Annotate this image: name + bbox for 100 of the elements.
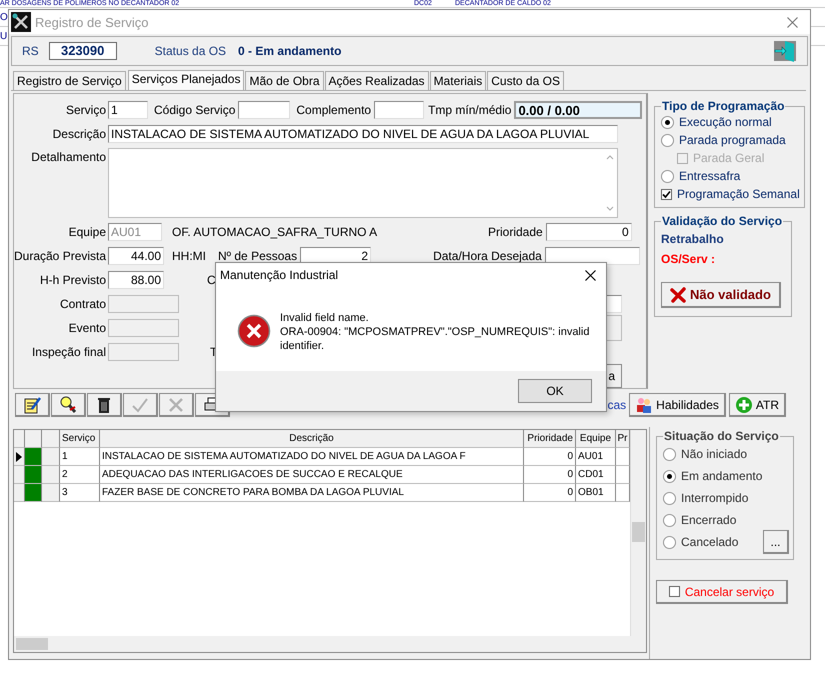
field-label: Tmp mín/médio — [428, 103, 512, 117]
rework-label: Retrabalho — [661, 232, 725, 246]
table-cell: INSTALACAO DE SISTEMA AUTOMATIZADO DO NIVEL DE AGUA DA LAGOA F — [100, 448, 524, 466]
tab[interactable]: Serviços Planejados — [128, 70, 244, 90]
cancel-service-button[interactable]: Cancelar serviço — [656, 580, 788, 604]
group-title: Tipo de Programação — [661, 99, 786, 113]
link[interactable]: cas — [607, 398, 626, 412]
tools-icon — [11, 12, 31, 32]
background-table-cell: O — [0, 12, 8, 22]
tab[interactable]: Registro de Serviço — [13, 71, 126, 90]
exit-door-icon[interactable] — [773, 39, 797, 63]
field-label: Descrição — [52, 127, 107, 141]
atr-button[interactable]: ATR — [728, 393, 786, 417]
checkbox[interactable] — [661, 188, 672, 200]
close-icon[interactable] — [585, 270, 596, 280]
radio-button[interactable] — [661, 134, 674, 146]
column-header[interactable]: Pr — [616, 430, 630, 448]
status-label: Status da OS — [154, 44, 226, 58]
input-field[interactable]: 0 — [546, 223, 632, 241]
table-cell: CD01 — [576, 466, 616, 484]
radio-button[interactable] — [663, 514, 676, 526]
input-field[interactable] — [108, 319, 179, 337]
option-label: Parada Geral — [693, 151, 764, 165]
table-cell: 0 — [524, 466, 576, 484]
error-message: Invalid field name. — [280, 311, 370, 325]
table-cell: FAZER BASE DE CONCRETO PARA BOMBA DA LAGOA PLUVIAL — [100, 484, 524, 502]
tab[interactable]: Materiais — [430, 71, 486, 90]
field-label: Inspeção final — [30, 345, 107, 359]
delete-tool-button[interactable] — [87, 393, 122, 417]
team-name: OF. AUTOMACAO_SAFRA_TURNO A — [172, 225, 378, 239]
plus-icon — [734, 396, 753, 414]
option-label: Execução normal — [679, 115, 772, 129]
field-label: Evento — [68, 321, 107, 335]
input-field[interactable] — [238, 101, 290, 119]
readonly-field: 0.00 / 0.00 — [514, 101, 642, 119]
field-label: Equipe — [68, 225, 107, 239]
radio-button[interactable] — [663, 536, 676, 548]
input-field[interactable]: 88.00 — [108, 271, 164, 289]
option-label: Não iniciado — [681, 447, 748, 461]
table-cell: 3 — [60, 484, 100, 502]
radio-button[interactable] — [661, 170, 674, 182]
not-validated-button[interactable]: Não validado — [661, 282, 781, 308]
column-header[interactable]: Equipe — [576, 430, 616, 448]
column-header[interactable]: Descrição — [100, 430, 524, 448]
dialog-title: Manutenção Industrial — [220, 268, 340, 282]
option-label: Parada programada — [679, 133, 786, 147]
column-header[interactable]: Prioridade — [524, 430, 576, 448]
tab[interactable]: Mão de Obra — [245, 71, 324, 90]
group-title: Validação do Serviço — [661, 214, 784, 228]
checkbox[interactable] — [668, 586, 680, 597]
ok-button[interactable]: OK — [518, 379, 592, 403]
radio-button[interactable] — [663, 448, 676, 460]
radio-button[interactable] — [661, 116, 674, 128]
find-tool-button[interactable] — [51, 393, 86, 417]
input-field[interactable] — [108, 295, 179, 313]
tab[interactable]: Ações Realizadas — [324, 71, 429, 90]
field-label: H-h Previsto — [38, 273, 107, 287]
skills-button[interactable]: Habilidades — [629, 393, 726, 417]
table-cell — [42, 448, 60, 466]
rs-label: RS — [22, 44, 39, 58]
field-label: Detalhamento — [30, 149, 107, 164]
more-button[interactable]: ... — [763, 530, 789, 554]
window-title: Registro de Serviço — [35, 14, 150, 30]
table-cell: 2 — [60, 466, 100, 484]
tab[interactable]: Custo da OS — [487, 71, 564, 90]
option-label: Entressafra — [679, 169, 740, 183]
notepad-pencil-icon — [22, 394, 42, 414]
field-label: Serviço — [64, 103, 107, 117]
text-area[interactable] — [108, 148, 618, 218]
table-cell: ADEQUACAO DAS INTERLIGACOES DE SUCCAO E RECALQUE — [100, 466, 524, 484]
error-icon — [237, 314, 271, 348]
rs-number-field: 323090 — [48, 42, 117, 60]
table-cell: 0 — [524, 448, 576, 466]
table-cell: OB01 — [576, 484, 616, 502]
radio-button[interactable] — [663, 470, 676, 482]
field-label: Duração Prevista — [14, 249, 108, 263]
radio-button[interactable] — [663, 492, 676, 504]
option-label: Encerrado — [681, 513, 736, 527]
table-cell: AU01 — [576, 448, 616, 466]
os-serv-label: OS/Serv : — [661, 252, 716, 266]
column-header[interactable]: Serviço — [60, 430, 100, 448]
magnifier-icon — [58, 394, 78, 414]
field-label: Data/Hora Desejada — [433, 249, 542, 263]
group-title: Situação do Serviço — [663, 429, 780, 443]
people-icon — [635, 396, 654, 414]
input-field[interactable]: 1 — [108, 101, 148, 119]
x-icon — [670, 286, 686, 302]
background-table-cell: U — [0, 30, 8, 42]
input-field[interactable]: 44.00 — [108, 247, 164, 265]
option-label: Programação Semanal — [677, 187, 800, 201]
row-indicator[interactable] — [14, 448, 25, 466]
input-field[interactable]: INSTALACAO DE SISTEMA AUTOMATIZADO DO NIVEL DE AGUA DA LAGOA PLUVIAL — [108, 125, 618, 143]
table-cell: 0 — [524, 484, 576, 502]
error-message: ORA-00904: "MCPOSMATPREV"."OSP_NUMREQUIS": invalid identifier. — [280, 325, 590, 353]
input-field[interactable] — [374, 101, 424, 119]
input-field[interactable] — [108, 343, 179, 361]
field-label: Prioridade — [488, 225, 543, 239]
edit-tool-button[interactable] — [15, 393, 50, 417]
unit-label: HH:MI — [172, 249, 207, 263]
field-label: Complemento — [296, 103, 372, 117]
